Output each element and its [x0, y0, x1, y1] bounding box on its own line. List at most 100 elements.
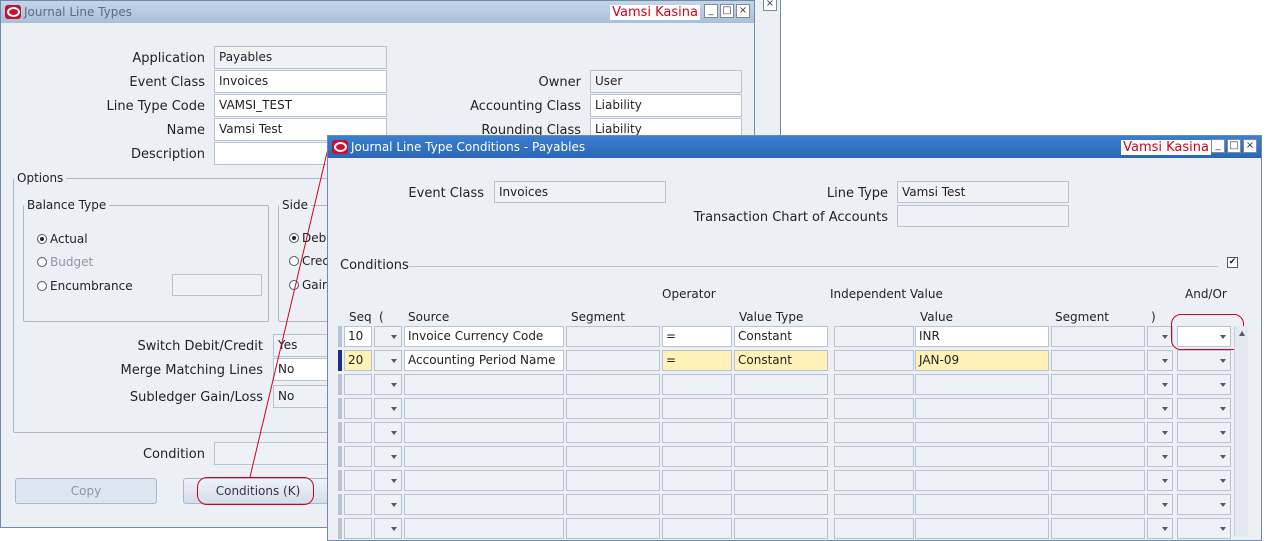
empty-row-cell[interactable] [1177, 518, 1231, 539]
front-window-titlebar[interactable]: Journal Line Type Conditions - Payables … [328, 136, 1261, 158]
empty-row-cell[interactable] [1147, 470, 1173, 491]
row-2-segment[interactable] [566, 350, 660, 371]
row-1-source[interactable]: Invoice Currency Code [404, 326, 564, 347]
empty-row-cell[interactable] [566, 398, 660, 419]
row-1-independent-segment[interactable] [834, 326, 914, 347]
empty-row-cell[interactable] [404, 374, 564, 395]
empty-row-cell[interactable] [734, 374, 828, 395]
maximize-icon[interactable]: □ [1227, 139, 1241, 153]
empty-row-cell[interactable] [1147, 374, 1173, 395]
empty-row-cell[interactable] [566, 446, 660, 467]
empty-row-cell[interactable] [374, 470, 402, 491]
empty-row-cell[interactable] [734, 518, 828, 539]
empty-row-cell[interactable] [1051, 494, 1145, 515]
minimize-icon[interactable]: _ [1211, 139, 1225, 153]
empty-row-cell[interactable] [566, 422, 660, 443]
empty-row-cell[interactable] [1177, 398, 1231, 419]
empty-row-cell[interactable] [834, 494, 914, 515]
empty-row-cell[interactable] [915, 518, 1049, 539]
empty-row-cell[interactable] [1177, 374, 1231, 395]
empty-row-cell[interactable] [915, 446, 1049, 467]
empty-row-cell[interactable] [338, 446, 342, 467]
empty-row-cell[interactable] [662, 374, 732, 395]
empty-row-cell[interactable] [344, 422, 372, 443]
empty-row-cell[interactable] [1177, 446, 1231, 467]
row-1-segment2[interactable] [1051, 326, 1145, 347]
conditions-checkbox[interactable]: ✔ [1227, 257, 1238, 268]
empty-row-cell[interactable] [1051, 398, 1145, 419]
empty-row-cell[interactable] [374, 494, 402, 515]
row-2-segment2[interactable] [1051, 350, 1145, 371]
empty-row-cell[interactable] [404, 470, 564, 491]
close-icon[interactable]: × [1243, 139, 1257, 153]
empty-row-cell[interactable] [834, 518, 914, 539]
empty-row-cell[interactable] [374, 422, 402, 443]
empty-row-cell[interactable] [1177, 470, 1231, 491]
empty-row-cell[interactable] [344, 446, 372, 467]
empty-row-cell[interactable] [566, 374, 660, 395]
empty-row-cell[interactable] [834, 422, 914, 443]
empty-row-cell[interactable] [338, 470, 342, 491]
empty-row-cell[interactable] [338, 422, 342, 443]
cond-event-class-field[interactable]: Invoices [494, 181, 666, 203]
empty-row-cell[interactable] [404, 518, 564, 539]
row-2-value[interactable]: JAN-09 [915, 350, 1049, 371]
empty-row-cell[interactable] [915, 470, 1049, 491]
empty-row-cell[interactable] [566, 518, 660, 539]
empty-row-cell[interactable] [338, 374, 342, 395]
empty-row-cell[interactable] [374, 446, 402, 467]
empty-row-cell[interactable] [1051, 470, 1145, 491]
empty-row-cell[interactable] [1177, 422, 1231, 443]
empty-row-cell[interactable] [1147, 494, 1173, 515]
empty-row-cell[interactable] [374, 374, 402, 395]
empty-row-cell[interactable] [915, 494, 1049, 515]
empty-row-cell[interactable] [662, 398, 732, 419]
empty-row-cell[interactable] [662, 422, 732, 443]
scroll-up-icon[interactable] [1238, 331, 1245, 336]
row-indicator-current[interactable] [338, 350, 342, 371]
empty-row-cell[interactable] [734, 494, 828, 515]
empty-row-cell[interactable] [1147, 446, 1173, 467]
empty-row-cell[interactable] [344, 374, 372, 395]
empty-row-cell[interactable] [404, 446, 564, 467]
empty-row-cell[interactable] [344, 518, 372, 539]
empty-row-cell[interactable] [662, 446, 732, 467]
empty-row-cell[interactable] [1051, 518, 1145, 539]
empty-row-cell[interactable] [1051, 374, 1145, 395]
empty-row-cell[interactable] [344, 398, 372, 419]
empty-row-cell[interactable] [344, 494, 372, 515]
row-2-close-paren[interactable] [1147, 350, 1173, 371]
empty-row-cell[interactable] [734, 422, 828, 443]
empty-row-cell[interactable] [734, 446, 828, 467]
vertical-scrollbar[interactable] [1234, 326, 1248, 536]
empty-row-cell[interactable] [404, 398, 564, 419]
empty-row-cell[interactable] [374, 518, 402, 539]
empty-row-cell[interactable] [734, 470, 828, 491]
empty-row-cell[interactable] [834, 470, 914, 491]
row-2-open-paren[interactable] [374, 350, 402, 371]
row-2-value-type[interactable]: Constant [734, 350, 828, 371]
cond-line-type-field[interactable]: Vamsi Test [897, 181, 1069, 203]
tca-field[interactable] [897, 205, 1069, 227]
row-2-operator[interactable]: = [662, 350, 732, 371]
empty-row-cell[interactable] [915, 422, 1049, 443]
empty-row-cell[interactable] [1147, 518, 1173, 539]
row-indicator[interactable] [338, 326, 342, 347]
empty-row-cell[interactable] [834, 446, 914, 467]
empty-row-cell[interactable] [374, 398, 402, 419]
row-2-andor[interactable] [1177, 350, 1231, 371]
empty-row-cell[interactable] [338, 518, 342, 539]
empty-row-cell[interactable] [662, 494, 732, 515]
empty-row-cell[interactable] [1147, 422, 1173, 443]
row-1-operator[interactable]: = [662, 326, 732, 347]
empty-row-cell[interactable] [1147, 398, 1173, 419]
empty-row-cell[interactable] [734, 398, 828, 419]
empty-row-cell[interactable] [915, 374, 1049, 395]
empty-row-cell[interactable] [1177, 494, 1231, 515]
row-2-seq[interactable]: 20 [344, 350, 372, 371]
row-2-independent-segment[interactable] [834, 350, 914, 371]
empty-row-cell[interactable] [915, 398, 1049, 419]
empty-row-cell[interactable] [1051, 422, 1145, 443]
empty-row-cell[interactable] [338, 494, 342, 515]
row-1-open-paren[interactable] [374, 326, 402, 347]
